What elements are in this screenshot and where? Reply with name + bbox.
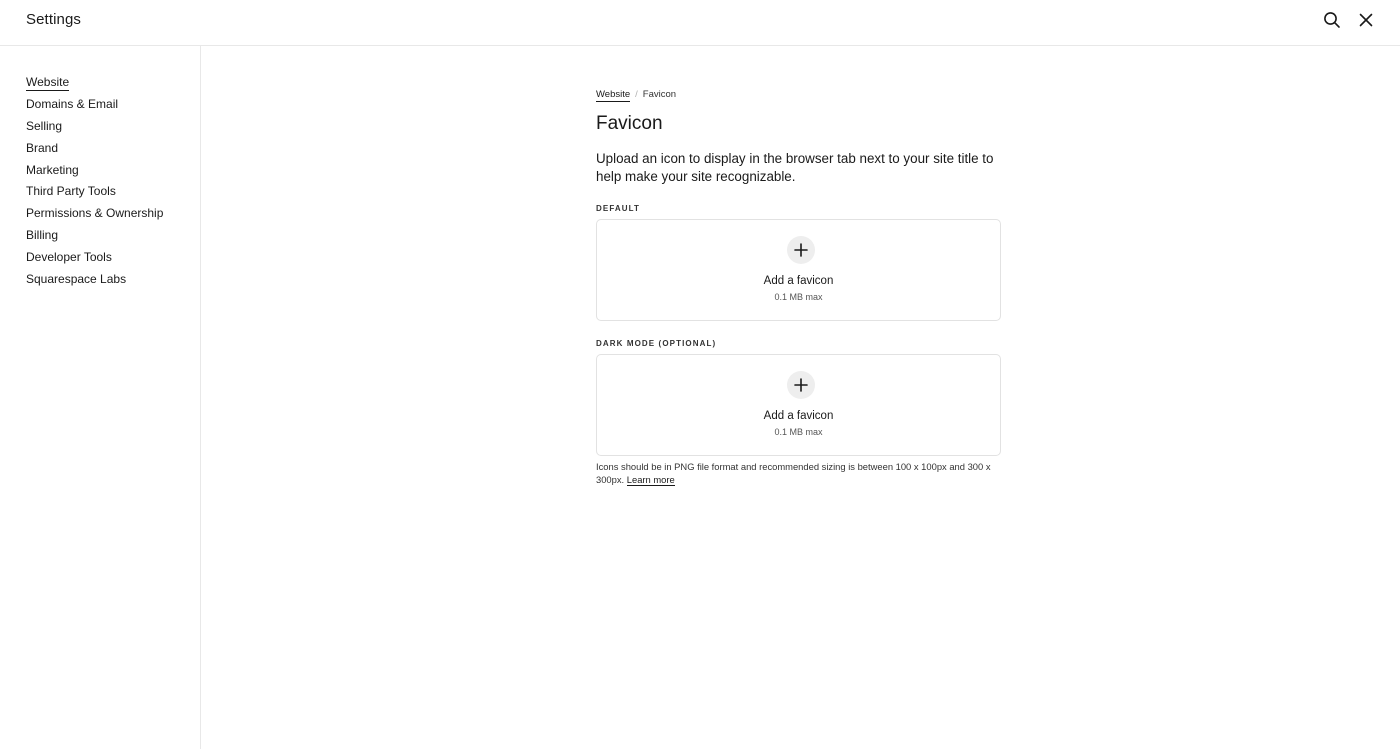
app-title: Settings (26, 11, 81, 28)
settings-nav: Website Domains & Email Selling Brand Ma… (26, 72, 163, 291)
breadcrumb-separator: / (635, 89, 638, 100)
favicon-help-text: Icons should be in PNG file format and r… (596, 460, 1006, 486)
top-bar: Settings (0, 0, 1400, 46)
sidebar-item-brand[interactable]: Brand (26, 138, 163, 160)
sidebar-item-label: Domains & Email (26, 96, 119, 111)
sidebar-item-label: Squarespace Labs (26, 272, 127, 287)
close-icon (1359, 13, 1373, 27)
plus-icon (787, 371, 815, 399)
sidebar-item-permissions-ownership[interactable]: Permissions & Ownership (26, 203, 163, 225)
sidebar-item-label: Brand (26, 140, 59, 155)
sidebar-item-third-party-tools[interactable]: Third Party Tools (26, 181, 163, 203)
default-favicon-upload[interactable]: Add a favicon 0.1 MB max (596, 219, 1001, 321)
sidebar-item-domains-email[interactable]: Domains & Email (26, 94, 163, 116)
sidebar-item-selling[interactable]: Selling (26, 116, 163, 138)
sidebar-item-website[interactable]: Website (26, 72, 163, 94)
settings-sidebar: Website Domains & Email Selling Brand Ma… (0, 46, 201, 749)
sidebar-item-marketing[interactable]: Marketing (26, 160, 163, 182)
sidebar-item-label: Website (26, 75, 70, 91)
default-favicon-label: Default (596, 204, 640, 213)
dark-mode-favicon-label: Dark Mode (Optional) (596, 339, 717, 348)
search-button[interactable] (1322, 10, 1342, 30)
page-description: Upload an icon to display in the browser… (596, 151, 994, 184)
sidebar-item-label: Developer Tools (26, 250, 112, 265)
upload-size-limit: 0.1 MB max (774, 292, 823, 302)
learn-more-link[interactable]: Learn more (626, 474, 675, 486)
search-icon (1324, 12, 1340, 28)
page-title: Favicon (596, 113, 663, 134)
breadcrumb: Website / Favicon (596, 89, 677, 102)
close-button[interactable] (1356, 10, 1376, 30)
sidebar-item-label: Permissions & Ownership (26, 206, 164, 221)
upload-title: Add a favicon (763, 410, 834, 422)
sidebar-item-label: Billing (26, 228, 59, 243)
sidebar-item-label: Third Party Tools (26, 184, 116, 199)
breadcrumb-website-link[interactable]: Website (596, 89, 631, 102)
upload-title: Add a favicon (763, 275, 834, 287)
upload-size-limit: 0.1 MB max (774, 427, 823, 437)
sidebar-item-squarespace-labs[interactable]: Squarespace Labs (26, 269, 163, 291)
dark-mode-favicon-upload[interactable]: Add a favicon 0.1 MB max (596, 354, 1001, 456)
plus-icon (787, 236, 815, 264)
breadcrumb-current: Favicon (642, 89, 677, 100)
sidebar-item-billing[interactable]: Billing (26, 225, 163, 247)
sidebar-item-label: Marketing (26, 162, 79, 177)
sidebar-item-label: Selling (26, 118, 63, 133)
sidebar-item-developer-tools[interactable]: Developer Tools (26, 247, 163, 269)
